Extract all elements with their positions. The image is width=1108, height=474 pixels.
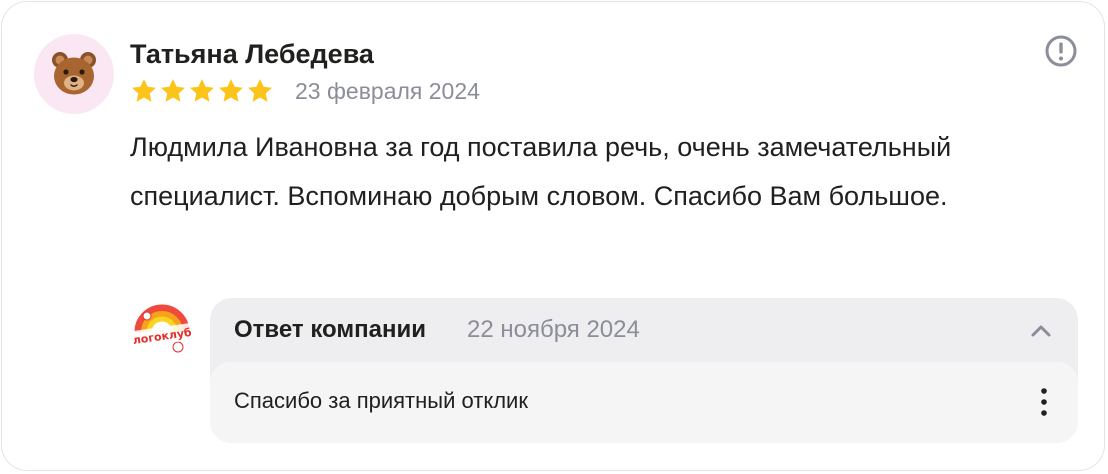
star-icon (219, 79, 243, 102)
review-card: Татьяна Лебедева 23 февраля 2024 Людмила… (1, 1, 1105, 471)
star-icon (132, 79, 156, 102)
reply-text: Спасибо за приятный отклик (234, 388, 528, 413)
reply-title: Ответ компании (234, 316, 426, 343)
star-icon (161, 79, 185, 102)
company-logo-image: логоклуб (129, 297, 195, 363)
more-options-button[interactable] (1032, 384, 1056, 420)
reply-header[interactable]: Ответ компании 22 ноября 2024 (210, 298, 1078, 362)
star-icon (248, 79, 272, 102)
exclamation-circle-icon (1045, 35, 1077, 67)
review-date: 23 февраля 2024 (295, 78, 480, 104)
report-button[interactable] (1044, 34, 1078, 68)
bear-face-icon (52, 52, 96, 95)
company-reply: Ответ компании 22 ноября 2024 Спасибо за… (210, 298, 1078, 443)
author-avatar[interactable] (34, 34, 114, 114)
reply-body: Спасибо за приятный отклик (210, 362, 1078, 443)
chevron-up-icon (1031, 325, 1051, 337)
reply-date: 22 ноября 2024 (467, 316, 640, 343)
author-name[interactable]: Татьяна Лебедева (130, 36, 374, 72)
star-icon (190, 79, 214, 102)
rating-stars (130, 76, 274, 106)
review-text: Людмила Ивановна за год поставила речь, … (130, 132, 952, 211)
company-logo[interactable]: логоклуб (128, 296, 196, 364)
collapse-reply-button[interactable] (1028, 318, 1054, 344)
vertical-dots-icon (1041, 388, 1047, 416)
